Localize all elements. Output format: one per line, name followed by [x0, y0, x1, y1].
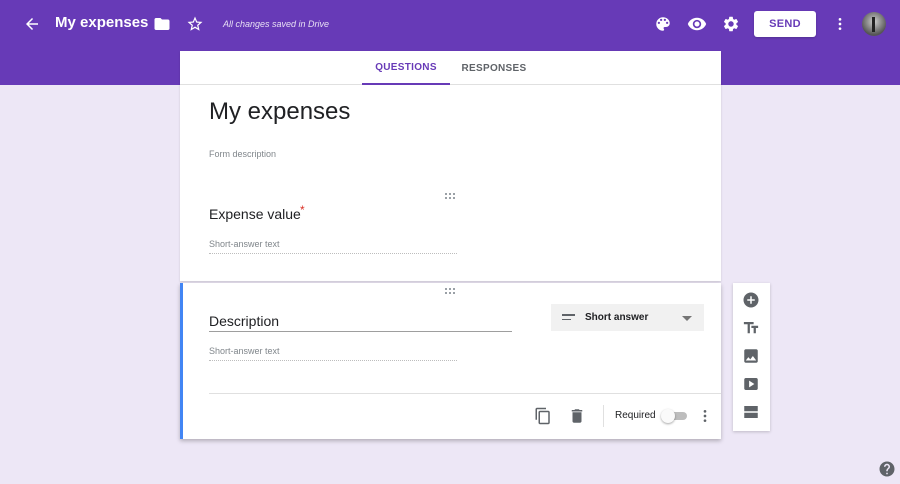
- send-button[interactable]: SEND: [754, 11, 816, 37]
- back-arrow-icon[interactable]: [20, 12, 44, 36]
- star-icon[interactable]: [183, 12, 207, 36]
- more-vert-icon[interactable]: [828, 12, 852, 36]
- divider: [209, 393, 721, 394]
- add-section-icon[interactable]: [739, 400, 763, 424]
- tab-questions[interactable]: QUESTIONS: [362, 51, 450, 85]
- preview-eye-icon[interactable]: [685, 12, 709, 36]
- chevron-down-icon: [682, 316, 692, 321]
- short-answer-field: Short-answer text: [209, 346, 457, 361]
- required-label: Required: [615, 410, 656, 421]
- help-icon[interactable]: [875, 457, 899, 481]
- delete-icon[interactable]: [565, 404, 589, 428]
- drag-handle-icon[interactable]: [445, 193, 457, 199]
- required-asterisk: *: [300, 203, 305, 217]
- question-card-active[interactable]: Description Short answer Short-answer te…: [180, 283, 721, 439]
- tab-bar: QUESTIONS RESPONSES: [180, 51, 721, 85]
- question-title-input[interactable]: Description: [209, 313, 512, 332]
- tab-responses[interactable]: RESPONSES: [454, 51, 534, 85]
- header-row: My expenses All changes saved in Drive S…: [0, 0, 900, 48]
- side-toolbar: [733, 283, 770, 431]
- short-answer-field: Short-answer text: [209, 239, 457, 254]
- folder-icon[interactable]: [150, 12, 174, 36]
- form-description-field[interactable]: Form description: [209, 149, 276, 159]
- short-answer-icon: [562, 314, 575, 323]
- question-type-label: Short answer: [585, 312, 649, 323]
- question-title[interactable]: Expense value: [209, 206, 301, 222]
- question-type-dropdown[interactable]: Short answer: [551, 304, 704, 331]
- form-title[interactable]: My expenses: [209, 98, 350, 126]
- add-image-icon[interactable]: [739, 344, 763, 368]
- more-vert-icon[interactable]: [693, 404, 717, 428]
- form-header-card: QUESTIONS RESPONSES My expenses Form des…: [180, 51, 721, 281]
- add-title-icon[interactable]: [739, 316, 763, 340]
- form-name[interactable]: My expenses: [55, 14, 148, 31]
- settings-gear-icon[interactable]: [719, 12, 743, 36]
- avatar[interactable]: [862, 12, 886, 36]
- footer-separator: [603, 405, 604, 427]
- drag-handle-icon[interactable]: [445, 288, 457, 294]
- save-status: All changes saved in Drive: [223, 19, 330, 29]
- duplicate-icon[interactable]: [531, 404, 555, 428]
- add-question-icon[interactable]: [739, 288, 763, 312]
- required-toggle[interactable]: [661, 409, 689, 423]
- add-video-icon[interactable]: [739, 372, 763, 396]
- palette-icon[interactable]: [651, 12, 675, 36]
